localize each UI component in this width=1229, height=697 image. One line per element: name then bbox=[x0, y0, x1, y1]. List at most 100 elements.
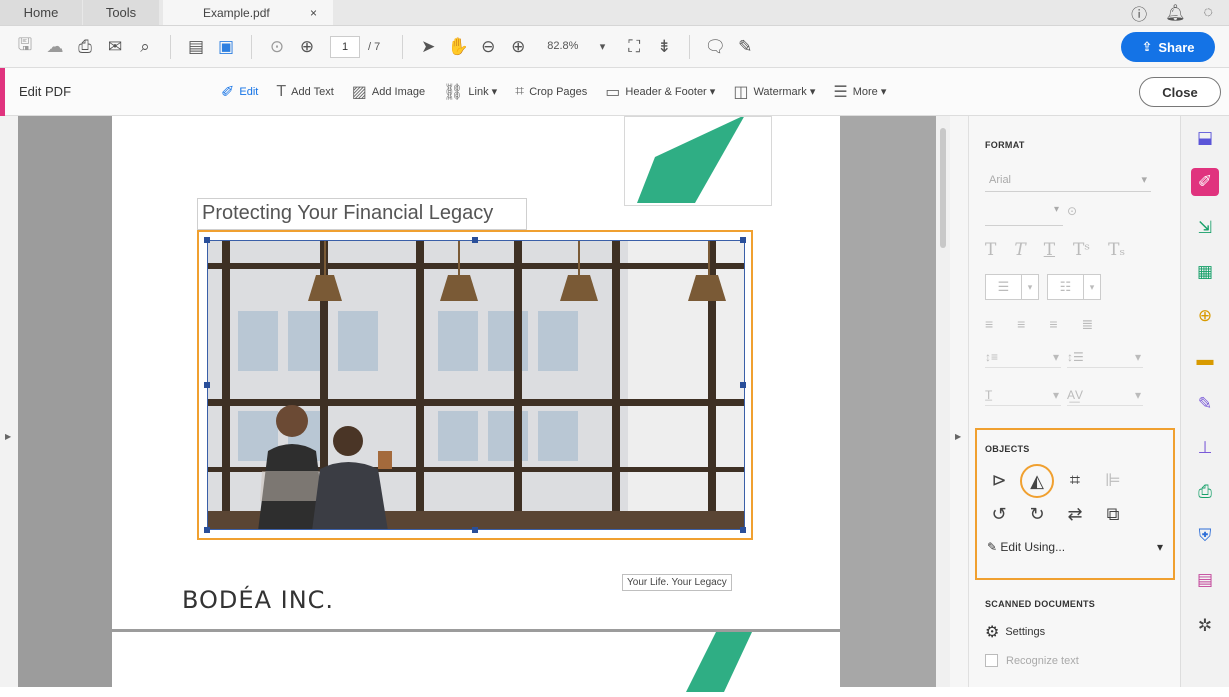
crop-pages-button[interactable]: ⌗ Crop Pages bbox=[515, 83, 587, 101]
account-icon[interactable]: ◌ bbox=[1203, 4, 1213, 22]
align-right-icon[interactable]: ≡ bbox=[1049, 316, 1057, 333]
add-image-button[interactable]: ▨ Add Image bbox=[352, 82, 425, 102]
resize-handle[interactable] bbox=[472, 527, 478, 533]
link-button[interactable]: ⛓ Link ▾ bbox=[443, 82, 497, 102]
share-button[interactable]: ⇪ Share bbox=[1121, 32, 1215, 62]
align-objects-icon[interactable]: ⊫ bbox=[1101, 470, 1125, 492]
replace-image-icon[interactable]: ⇄ bbox=[1063, 504, 1087, 525]
superscript-text-icon[interactable]: Tˢ bbox=[1073, 240, 1090, 260]
align-justify-icon[interactable]: ≣ bbox=[1082, 316, 1094, 333]
numbered-list-button[interactable]: ☷ ▾ bbox=[1047, 274, 1101, 300]
close-button[interactable]: Close bbox=[1139, 77, 1221, 107]
watermark-button[interactable]: ◫ Watermark ▾ bbox=[733, 82, 815, 102]
character-spacing-select[interactable]: A͟V ▾ bbox=[1067, 388, 1143, 406]
zoom-out-icon[interactable]: ⊖ bbox=[473, 32, 503, 62]
horizontal-scale-select[interactable]: T̲ ▾ bbox=[985, 388, 1061, 406]
recognize-text-option[interactable]: Recognize text bbox=[985, 654, 1079, 667]
resize-handle[interactable] bbox=[204, 382, 210, 388]
company-logo-text[interactable]: BODÉA INC. bbox=[182, 586, 334, 614]
scroll-mode-icon[interactable]: ⇟ bbox=[649, 32, 679, 62]
subscript-text-icon[interactable]: Tₛ bbox=[1108, 240, 1125, 260]
resize-handle[interactable] bbox=[204, 237, 210, 243]
add-text-button[interactable]: T Add Text bbox=[276, 83, 333, 101]
italic-text-icon[interactable]: T bbox=[1014, 240, 1025, 260]
edit-pdf-icon[interactable]: ✐ bbox=[1191, 168, 1219, 196]
tab-close-icon[interactable]: × bbox=[310, 6, 317, 20]
comment-tool-icon[interactable]: ▬ bbox=[1191, 346, 1219, 374]
edit-accent-bar bbox=[0, 67, 5, 116]
arrange-icon[interactable]: ⧉ bbox=[1101, 504, 1125, 525]
bold-text-icon[interactable]: T bbox=[985, 240, 996, 260]
resize-handle[interactable] bbox=[740, 382, 746, 388]
more-button[interactable]: ☰ More ▾ bbox=[833, 82, 886, 102]
organize-pages-icon[interactable]: ▦ bbox=[1191, 258, 1219, 286]
hand-tool-icon[interactable]: ✋ bbox=[443, 32, 473, 62]
scrollbar-thumb[interactable] bbox=[940, 128, 946, 248]
text-color-icon[interactable]: ⊙ bbox=[1061, 204, 1083, 226]
header-footer-button[interactable]: ▭ Header & Footer ▾ bbox=[605, 82, 715, 102]
edit-tool-button[interactable]: ✐ Edit bbox=[221, 82, 258, 102]
vertical-scrollbar[interactable] bbox=[936, 116, 950, 687]
stamp-icon[interactable]: ▤ bbox=[181, 32, 211, 62]
search-icon[interactable]: ⌕ bbox=[130, 32, 160, 62]
rich-media-icon[interactable]: ▤ bbox=[1191, 566, 1219, 594]
logo-image-box[interactable] bbox=[624, 115, 772, 206]
combine-files-icon[interactable]: ⬓ bbox=[1191, 124, 1219, 152]
font-size-select[interactable]: ▾ bbox=[985, 204, 1063, 226]
comment-icon[interactable]: 🗨︎ bbox=[700, 32, 730, 62]
protect-icon[interactable]: ⛨ bbox=[1191, 522, 1219, 550]
crop-image-icon[interactable]: ⌗ bbox=[1063, 470, 1087, 492]
settings-button[interactable]: ⚙ Settings bbox=[985, 622, 1045, 642]
previous-page-icon[interactable]: ⊙ bbox=[262, 32, 292, 62]
select-cursor-icon[interactable]: ➤ bbox=[413, 32, 443, 62]
flip-horizontal-icon[interactable]: ⊳ bbox=[987, 470, 1011, 492]
create-pdf-icon[interactable]: ▣ bbox=[211, 32, 241, 62]
cloud-upload-icon[interactable]: ☁ bbox=[40, 32, 70, 62]
resize-handle[interactable] bbox=[204, 527, 210, 533]
rotate-counterclockwise-icon[interactable]: ↺ bbox=[987, 504, 1011, 525]
tab-home[interactable]: Home bbox=[0, 0, 82, 25]
tab-document[interactable]: Example.pdf × bbox=[163, 0, 333, 25]
next-page-icon[interactable]: ⊕ bbox=[292, 32, 322, 62]
zoom-select[interactable]: 82.8% ▾ bbox=[547, 40, 605, 53]
edit-using-select[interactable]: ✎ Edit Using... ▾ bbox=[987, 540, 1163, 554]
left-panel-toggle[interactable]: ▶ bbox=[0, 116, 18, 687]
print-production-icon[interactable]: ⎙ bbox=[1191, 478, 1219, 506]
help-icon[interactable]: ⓘ bbox=[1131, 1, 1147, 25]
chevron-down-icon: ▾ bbox=[1156, 540, 1163, 554]
headline-text-box[interactable]: Protecting Your Financial Legacy bbox=[197, 198, 527, 230]
rotate-clockwise-icon[interactable]: ↻ bbox=[1025, 504, 1049, 525]
recognize-text-checkbox[interactable] bbox=[985, 654, 998, 667]
email-icon[interactable]: ✉ bbox=[100, 32, 130, 62]
align-center-icon[interactable]: ≡ bbox=[1017, 316, 1025, 333]
font-family-select[interactable]: Arial ▾ bbox=[985, 168, 1151, 192]
fill-sign-icon[interactable]: ✎ bbox=[1191, 390, 1219, 418]
right-panel-toggle[interactable]: ▶ bbox=[950, 116, 968, 687]
zoom-in-icon[interactable]: ⊕ bbox=[503, 32, 533, 62]
save-icon[interactable]: 🖫 bbox=[10, 32, 40, 62]
create-pdf-icon[interactable]: ⊕ bbox=[1191, 302, 1219, 330]
fit-page-icon[interactable]: ⛶ bbox=[619, 32, 649, 62]
tab-tools[interactable]: Tools bbox=[83, 0, 159, 25]
flip-vertical-icon[interactable]: ◭ bbox=[1020, 464, 1054, 498]
resize-handle[interactable] bbox=[740, 237, 746, 243]
underline-text-icon[interactable]: T bbox=[1044, 240, 1055, 260]
resize-handle[interactable] bbox=[472, 237, 478, 243]
print-icon[interactable]: ⎙ bbox=[70, 32, 100, 62]
office-photo[interactable] bbox=[207, 240, 745, 530]
image-selection-frame[interactable] bbox=[197, 230, 753, 540]
resize-handle[interactable] bbox=[740, 527, 746, 533]
paragraph-spacing-select[interactable]: ↕☰ ▾ bbox=[1067, 350, 1143, 368]
line-spacing-select[interactable]: ↕≡ ▾ bbox=[985, 350, 1061, 368]
bullet-list-button[interactable]: ☰ ▾ bbox=[985, 274, 1039, 300]
pdf-page[interactable]: Protecting Your Financial Legacy BODÉA I… bbox=[112, 115, 840, 629]
bell-icon[interactable]: 🔔︎ bbox=[1165, 3, 1185, 23]
more-tools-icon[interactable]: ✲ bbox=[1191, 612, 1219, 640]
sign-icon[interactable]: ✎ bbox=[730, 32, 760, 62]
pdf-page-2[interactable] bbox=[112, 632, 840, 692]
align-left-icon[interactable]: ≡ bbox=[985, 316, 993, 333]
export-pdf-icon[interactable]: ⇲ bbox=[1191, 214, 1219, 242]
measure-icon[interactable]: ⊥ bbox=[1191, 434, 1219, 462]
page-number-input[interactable]: 1 bbox=[330, 35, 360, 58]
tagline-text-box[interactable]: Your Life. Your Legacy bbox=[622, 574, 732, 591]
